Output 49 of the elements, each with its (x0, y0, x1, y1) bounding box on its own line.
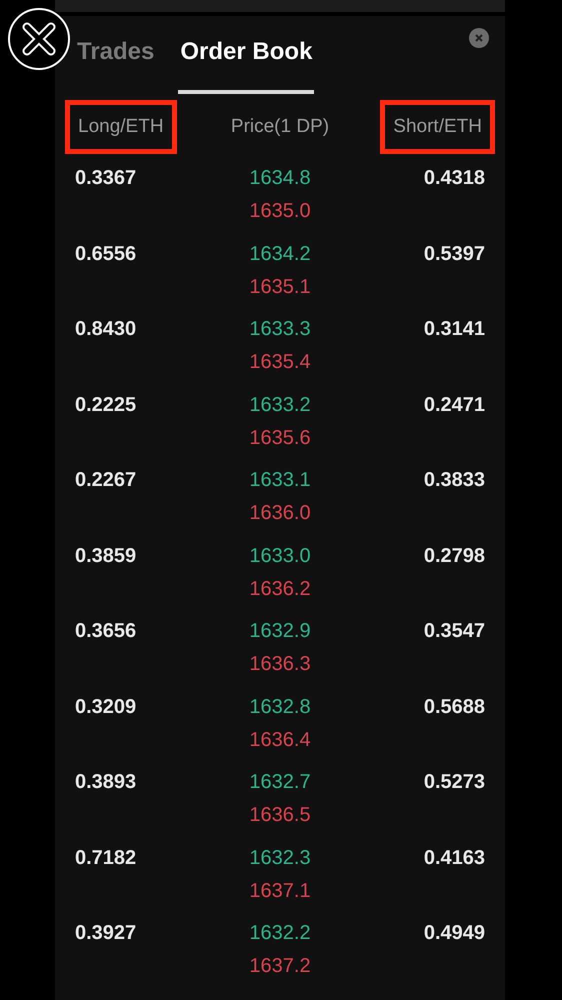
ask-price: 1637.2 (249, 954, 311, 978)
short-amount: 0.3833 (424, 468, 485, 493)
bid-price: 1634.8 (249, 166, 311, 190)
long-amount: 0.3893 (75, 770, 136, 795)
long-amount: 0.3859 (75, 544, 136, 568)
bid-price: 1632.9 (249, 619, 311, 643)
ask-price: 1636.3 (249, 652, 311, 676)
bid-price: 1632.7 (249, 770, 311, 794)
short-amount: 0.4949 (424, 921, 485, 946)
ask-price: 1635.6 (249, 426, 311, 450)
ask-price: 1636.2 (249, 576, 311, 600)
long-amount: 0.3927 (75, 921, 136, 946)
bid-price: 1633.3 (249, 317, 311, 341)
ask-price: 1635.1 (249, 274, 311, 298)
short-amount: 0.4163 (424, 846, 485, 870)
short-amount: 0.4318 (424, 166, 485, 191)
column-header: Short/ETH (380, 100, 495, 154)
long-amount: 0.3367 (75, 166, 136, 191)
bid-price: 1634.2 (249, 242, 311, 266)
bid-price: 1632.8 (249, 694, 311, 718)
long-amount: 0.3656 (75, 619, 136, 644)
ask-price: 1636.0 (249, 501, 311, 525)
short-amount: 0.2471 (424, 392, 485, 418)
short-amount: 0.5688 (424, 694, 485, 720)
column-header: Price(1 DP) (230, 114, 330, 139)
tab[interactable]: Trades (75, 34, 156, 94)
long-amount: 0.2225 (75, 392, 136, 418)
short-amount: 0.2798 (424, 544, 485, 568)
long-amount: 0.6556 (75, 242, 136, 266)
bid-price: 1633.1 (249, 468, 311, 492)
short-amount: 0.5397 (424, 242, 485, 266)
short-amount: 0.5273 (424, 770, 485, 795)
bid-price: 1632.3 (249, 846, 311, 870)
column-header: Long/ETH (65, 100, 177, 154)
bid-price: 1632.2 (249, 921, 311, 945)
short-amount: 0.3141 (424, 317, 485, 342)
short-amount: 0.3547 (424, 619, 485, 644)
long-amount: 0.2267 (75, 468, 136, 493)
long-amount: 0.7182 (75, 846, 136, 870)
tab[interactable]: Order Book (178, 34, 314, 94)
bid-price: 1633.0 (249, 544, 311, 568)
ask-price: 1636.5 (249, 803, 311, 827)
long-amount: 0.8430 (75, 317, 136, 342)
long-amount: 0.3209 (75, 694, 136, 720)
ask-price: 1636.4 (249, 728, 311, 752)
ask-price: 1635.0 (249, 199, 311, 223)
bid-price: 1633.2 (249, 392, 311, 416)
ask-price: 1635.4 (249, 350, 311, 374)
ask-price: 1637.1 (249, 878, 311, 902)
